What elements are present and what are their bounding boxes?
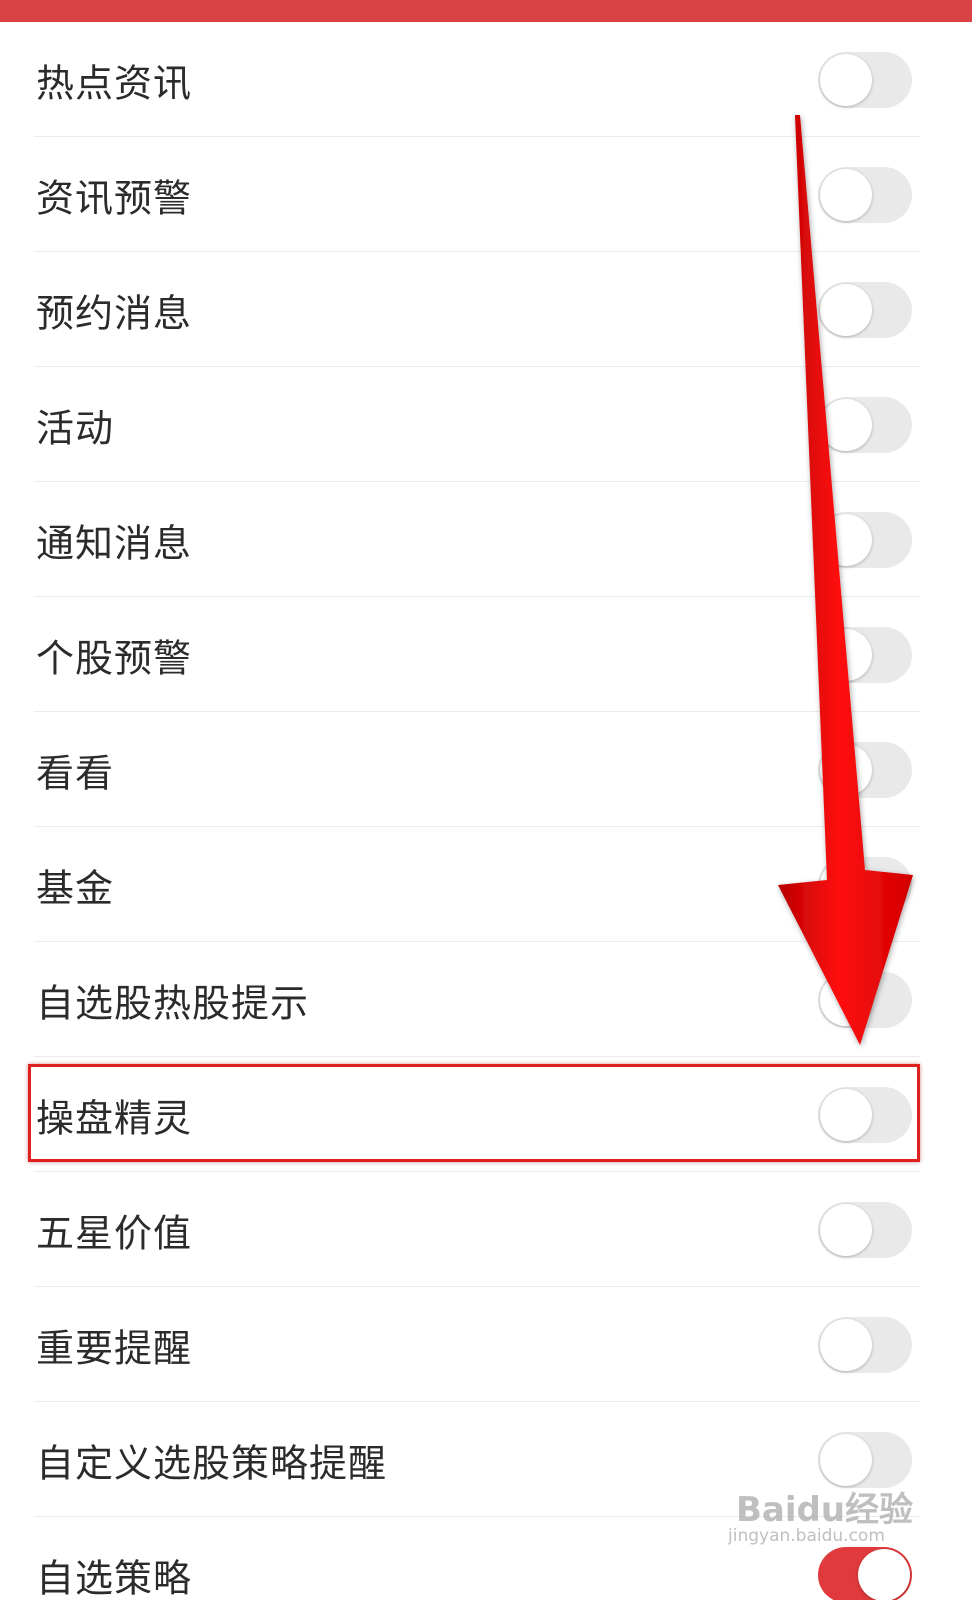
toggle-knob [820,1203,872,1256]
watchlist-hot-stock-toggle[interactable] [818,971,912,1028]
setting-row-notifications: 通知消息 [0,482,972,597]
setting-row-reservation-messages: 预约消息 [0,252,972,367]
trading-genie-toggle[interactable] [818,1086,912,1143]
important-reminder-toggle[interactable] [818,1316,912,1373]
toggle-knob [820,398,872,451]
news-alert-toggle[interactable] [818,166,912,223]
funds-toggle[interactable] [818,856,912,913]
kankan-toggle[interactable] [818,741,912,798]
setting-label: 通知消息 [36,521,193,565]
notifications-toggle[interactable] [818,511,912,568]
setting-label: 操盘精灵 [36,1096,193,1140]
setting-label: 重要提醒 [36,1326,193,1370]
custom-strategy-reminder-toggle[interactable] [818,1431,912,1488]
toggle-knob [820,283,872,336]
setting-label: 预约消息 [36,291,193,335]
header-bar [0,0,972,22]
toggle-knob [820,1433,872,1486]
setting-row-watchlist-hot-stock: 自选股热股提示 [0,942,972,1057]
setting-row-kankan: 看看 [0,712,972,827]
setting-row-watchlist-strategy: 自选策略 [0,1517,972,1600]
setting-label: 个股预警 [36,636,193,680]
toggle-knob [820,53,872,106]
toggle-knob [820,973,872,1026]
setting-label: 热点资讯 [36,61,193,105]
setting-row-stock-alert: 个股预警 [0,597,972,712]
setting-row-news-alert: 资讯预警 [0,137,972,252]
setting-row-custom-strategy-reminder: 自定义选股策略提醒 [0,1402,972,1517]
setting-row-funds: 基金 [0,827,972,942]
toggle-knob [820,743,872,796]
settings-screen: 热点资讯 资讯预警 预约消息 活动 通知消息 个股预警 看看 基金 自选股热股提… [0,0,972,1600]
notification-settings-list: 热点资讯 资讯预警 预约消息 活动 通知消息 个股预警 看看 基金 自选股热股提… [0,22,972,1600]
setting-label: 五星价值 [36,1211,193,1255]
setting-row-hot-news: 热点资讯 [0,22,972,137]
toggle-knob [820,1318,872,1371]
setting-label: 自选策略 [36,1556,193,1600]
setting-row-trading-genie: 操盘精灵 [0,1057,972,1172]
setting-label: 自定义选股策略提醒 [36,1441,388,1485]
setting-row-five-star-value: 五星价值 [0,1172,972,1287]
setting-label: 活动 [36,406,115,450]
activities-toggle[interactable] [818,396,912,453]
five-star-value-toggle[interactable] [818,1201,912,1258]
setting-label: 自选股热股提示 [36,981,310,1025]
setting-row-activities: 活动 [0,367,972,482]
toggle-knob [820,858,872,911]
toggle-knob [820,168,872,221]
setting-label: 基金 [36,866,115,910]
toggle-knob [858,1548,910,1600]
setting-row-important-reminder: 重要提醒 [0,1287,972,1402]
toggle-knob [820,1088,872,1141]
toggle-knob [820,628,872,681]
stock-alert-toggle[interactable] [818,626,912,683]
hot-news-toggle[interactable] [818,51,912,108]
setting-label: 看看 [36,751,115,795]
watchlist-strategy-toggle[interactable] [818,1546,912,1600]
toggle-knob [820,513,872,566]
reservation-messages-toggle[interactable] [818,281,912,338]
setting-label: 资讯预警 [36,176,193,220]
